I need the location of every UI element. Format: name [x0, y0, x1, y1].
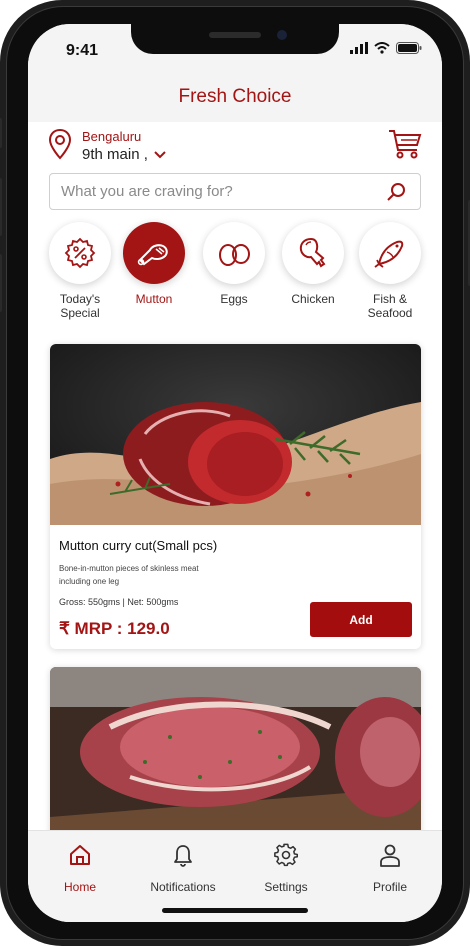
category-label: Mutton [135, 292, 173, 306]
discount-badge-icon [64, 237, 96, 269]
volume-up-button [0, 178, 2, 236]
front-camera [277, 30, 287, 40]
location-area-selector[interactable]: 9th main , [82, 146, 166, 163]
wifi-icon [374, 42, 390, 54]
nav-item-settings[interactable]: Settings [241, 843, 331, 894]
product-image [50, 667, 421, 848]
app-header: Fresh Choice [28, 76, 442, 122]
category-row: Today's Special Mutton Eggs Chicken Fish… [28, 222, 442, 332]
location-city[interactable]: Bengaluru [82, 129, 141, 144]
nav-label: Profile [372, 880, 407, 894]
search-input[interactable] [59, 182, 363, 201]
home-icon [70, 845, 90, 865]
category-todays-special[interactable]: Today's Special [40, 222, 120, 320]
category-label: Eggs [220, 292, 248, 306]
category-icon-circle [359, 222, 421, 284]
product-price: ₹ MRP : 129.0 [59, 619, 170, 638]
product-image [50, 344, 421, 525]
mutton-leg-icon [137, 244, 168, 266]
notch [131, 24, 339, 54]
category-chicken[interactable]: Chicken [273, 222, 353, 306]
bell-icon [174, 845, 192, 867]
battery-icon [396, 42, 422, 54]
category-icon-circle [203, 222, 265, 284]
category-fish-seafood[interactable]: Fish & Seafood [350, 222, 430, 320]
category-mutton[interactable]: Mutton [114, 222, 194, 306]
nav-item-profile[interactable]: Profile [345, 843, 435, 894]
nav-item-home[interactable]: Home [35, 843, 125, 894]
nav-label: Home [63, 880, 96, 894]
eggs-icon [219, 244, 250, 266]
bottom-nav: Home Notifications Settings Profile [28, 830, 442, 922]
signal-icon [350, 42, 368, 54]
category-icon-circle [123, 222, 185, 284]
status-icons [350, 42, 422, 54]
search-bar[interactable] [49, 173, 421, 210]
product-description: Bone-in-mutton pieces of skinless meat i… [59, 564, 199, 586]
speaker [209, 32, 261, 38]
nav-label: Notifications [150, 880, 216, 894]
nav-label: Settings [264, 880, 308, 894]
chicken-leg-icon [299, 237, 326, 268]
nav-item-notifications[interactable]: Notifications [138, 843, 228, 894]
cart-icon[interactable] [388, 128, 422, 160]
volume-down-button [0, 254, 2, 312]
category-icon-circle [282, 222, 344, 284]
product-card[interactable]: Mutton curry cut(Small pcs) Bone-in-mutt… [50, 344, 421, 649]
person-icon [380, 844, 400, 867]
product-name: Mutton curry cut(Small pcs) [59, 538, 218, 553]
gear-icon [274, 843, 299, 867]
chevron-down-icon [154, 150, 166, 158]
add-to-cart-button[interactable]: Add [310, 602, 412, 637]
status-time: 9:41 [66, 42, 99, 59]
mute-switch [0, 118, 2, 148]
category-icon-circle [49, 222, 111, 284]
category-label: Today's Special [59, 292, 101, 320]
fish-icon [374, 240, 404, 268]
search-icon[interactable] [386, 182, 406, 202]
location-area: 9th main , [82, 146, 148, 163]
home-indicator[interactable] [162, 908, 308, 913]
product-weight: Gross: 550gms | Net: 500gms [59, 597, 179, 607]
app-title: Fresh Choice [178, 86, 292, 107]
category-label: Chicken [291, 292, 335, 306]
location-pin-icon[interactable] [48, 128, 72, 160]
app-screen: 9:41 Fresh Choice Bengaluru 9th main , W… [28, 24, 442, 922]
category-label: Fish & Seafood [367, 292, 413, 320]
category-eggs[interactable]: Eggs [194, 222, 274, 306]
